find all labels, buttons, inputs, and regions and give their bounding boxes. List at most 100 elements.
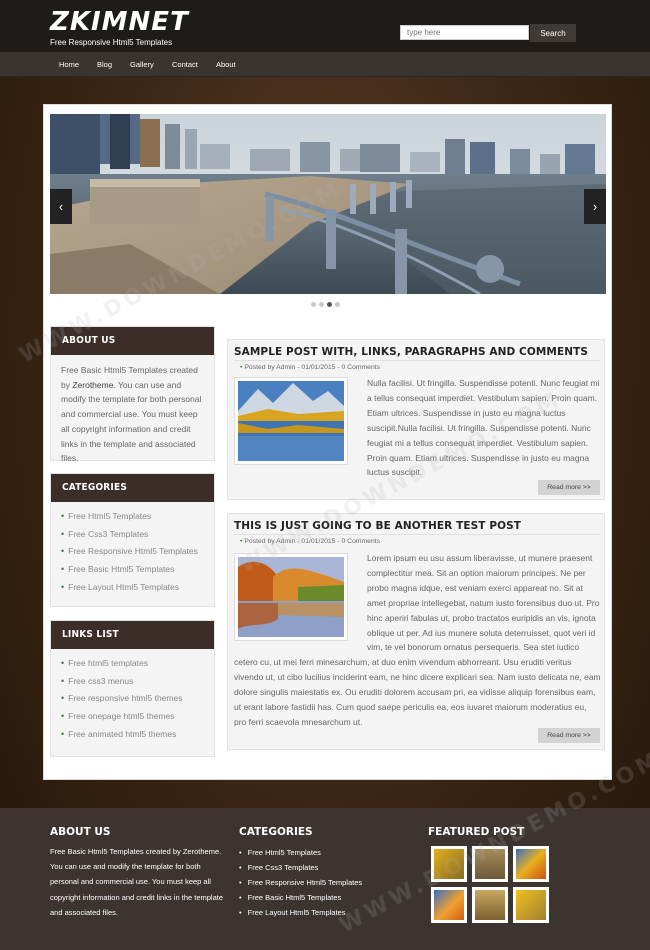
bullet-icon: • xyxy=(61,511,65,521)
link-item[interactable]: Free css3 menus xyxy=(68,676,133,686)
slider-dot[interactable] xyxy=(311,302,316,307)
link-item[interactable]: Free html5 templates xyxy=(68,658,148,668)
link-item[interactable]: Free onepage html5 themes xyxy=(68,711,174,721)
read-more-button[interactable]: Read more >> xyxy=(538,480,600,495)
list-item[interactable]: • Free Layout Html5 Templates xyxy=(61,579,214,597)
nav-item-home[interactable]: Home xyxy=(59,52,79,77)
footer-category-link[interactable]: Free Layout Html5 Templates xyxy=(248,908,346,917)
zerotheme-link[interactable]: Zerotheme xyxy=(72,380,113,390)
nav-item-gallery[interactable]: Gallery xyxy=(130,52,154,77)
post-excerpt-continued: cetero cu, ut mei ferri minesarchum, at … xyxy=(234,657,601,727)
list-item[interactable]: • Free html5 templates xyxy=(61,655,214,673)
bullet-icon: • xyxy=(240,364,243,371)
footer-zerotheme-link[interactable]: Zerotheme xyxy=(183,847,219,856)
site-logo[interactable]: ZKIMNET xyxy=(50,8,189,36)
footer-about-text-before: Free Basic Html5 Templates created by xyxy=(50,847,183,856)
bullet-icon: • xyxy=(61,546,65,557)
list-item[interactable]: • Free css3 menus xyxy=(61,673,214,691)
nav-item-blog[interactable]: Blog xyxy=(97,52,112,77)
post-title[interactable]: THIS IS JUST GOING TO BE ANOTHER TEST PO… xyxy=(234,520,521,532)
featured-thumbnail[interactable] xyxy=(472,887,508,923)
bullet-icon: • xyxy=(61,711,65,722)
bullet-icon: • xyxy=(61,564,65,575)
sidebar-about-text-after: . You can use and modify the template fo… xyxy=(61,379,202,464)
bullet-icon: • xyxy=(61,658,65,668)
list-item[interactable]: • Free onepage html5 themes xyxy=(61,708,214,726)
footer-categories-list: • Free Html5 Templates • Free Css3 Templat… xyxy=(239,845,362,920)
footer-category-link[interactable]: Free Basic Html5 Templates xyxy=(248,893,342,902)
list-item[interactable]: • Free Css3 Templates xyxy=(239,860,362,875)
footer-about-text: Free Basic Html5 Templates created by Ze… xyxy=(50,844,230,920)
bullet-icon: • xyxy=(240,538,243,545)
bullet-icon: • xyxy=(239,863,242,872)
blog-post: SAMPLE POST WITH, LINKS, PARAGRAPHS AND … xyxy=(227,339,605,500)
site-tagline: Free Responsive Html5 Templates xyxy=(50,38,173,47)
footer-featured-title: FEATURED POST xyxy=(428,826,525,838)
post-excerpt: Lorem ipsum eu usu assum liberavisse, ut… xyxy=(367,553,600,653)
footer-category-link[interactable]: Free Html5 Templates xyxy=(248,848,321,857)
slider-dot-active[interactable] xyxy=(327,302,332,307)
nav-item-contact[interactable]: Contact xyxy=(172,52,198,77)
category-link[interactable]: Free Responsive Html5 Templates xyxy=(68,546,198,556)
search-button[interactable]: Search xyxy=(530,24,576,42)
post-thumbnail-image xyxy=(238,557,344,637)
sidebar-links-title: LINKS LIST xyxy=(51,621,214,649)
sidebar-links-widget: LINKS LIST • Free html5 templates • Free c… xyxy=(50,620,215,757)
featured-thumbnail[interactable] xyxy=(431,846,467,882)
list-item[interactable]: • Free Layout Html5 Templates xyxy=(239,905,362,920)
featured-thumbnail[interactable] xyxy=(513,887,549,923)
list-item[interactable]: • Free Html5 Templates xyxy=(239,845,362,860)
list-item[interactable]: • Free Responsive Html5 Templates xyxy=(61,543,214,561)
slider-dot[interactable] xyxy=(335,302,340,307)
footer-category-link[interactable]: Free Responsive Html5 Templates xyxy=(248,878,363,887)
read-more-button[interactable]: Read more >> xyxy=(538,728,600,743)
sidebar-categories-list: • Free Html5 Templates • Free Css3 Templat… xyxy=(51,502,214,597)
list-item[interactable]: • Free responsive html5 themes xyxy=(61,690,214,708)
slider-next-button[interactable]: › xyxy=(584,189,606,224)
slider-image xyxy=(50,114,606,294)
bullet-icon: • xyxy=(61,728,65,739)
featured-thumbnail[interactable] xyxy=(431,887,467,923)
post-title[interactable]: SAMPLE POST WITH, LINKS, PARAGRAPHS AND … xyxy=(234,346,588,358)
post-thumbnail[interactable] xyxy=(234,553,348,641)
list-item[interactable]: • Free animated html5 themes xyxy=(61,726,214,744)
featured-thumbnail[interactable] xyxy=(513,846,549,882)
bullet-icon: • xyxy=(61,581,65,592)
footer-about-text-after: . You can use and modify the template fo… xyxy=(50,847,224,917)
list-item[interactable]: • Free Html5 Templates xyxy=(61,508,214,526)
link-item[interactable]: Free animated html5 themes xyxy=(68,729,176,739)
bullet-icon: • xyxy=(239,878,242,887)
bullet-icon: • xyxy=(239,908,242,917)
site-header: ZKIMNET Free Responsive Html5 Templates … xyxy=(0,0,650,52)
sidebar-about-title: ABOUT US xyxy=(51,327,214,355)
post-thumbnail[interactable] xyxy=(234,377,348,465)
slider-dot[interactable] xyxy=(319,302,324,307)
list-item[interactable]: • Free Basic Html5 Templates xyxy=(239,890,362,905)
sidebar-about-widget: ABOUT US Free Basic Html5 Templates crea… xyxy=(50,326,215,463)
bullet-icon: • xyxy=(239,848,242,857)
bullet-icon: • xyxy=(61,528,65,539)
category-link[interactable]: Free Basic Html5 Templates xyxy=(68,564,174,574)
list-item[interactable]: • Free Basic Html5 Templates xyxy=(61,561,214,579)
slider-pagination xyxy=(311,299,343,309)
category-link[interactable]: Free Html5 Templates xyxy=(68,511,151,521)
sidebar-about-text: Free Basic Html5 Templates created by Ze… xyxy=(51,355,214,474)
image-slider xyxy=(50,114,606,294)
category-link[interactable]: Free Css3 Templates xyxy=(68,529,148,539)
sidebar-categories-widget: CATEGORIES • Free Html5 Templates • Free C… xyxy=(50,473,215,607)
footer-category-link[interactable]: Free Css3 Templates xyxy=(248,863,319,872)
featured-thumbnail[interactable] xyxy=(472,846,508,882)
post-meta: • Posted by Admin - 01/01/2015 - 0 Commen… xyxy=(234,534,600,545)
footer-about-title: ABOUT US xyxy=(50,826,111,838)
category-link[interactable]: Free Layout Html5 Templates xyxy=(68,582,179,592)
bullet-icon: • xyxy=(239,893,242,902)
list-item[interactable]: • Free Responsive Html5 Templates xyxy=(239,875,362,890)
search-input[interactable] xyxy=(400,25,529,40)
link-item[interactable]: Free responsive html5 themes xyxy=(68,693,182,703)
list-item[interactable]: • Free Css3 Templates xyxy=(61,526,214,544)
sidebar-links-list: • Free html5 templates • Free css3 menus •… xyxy=(51,649,214,744)
footer-categories-title: CATEGORIES xyxy=(239,826,313,838)
bullet-icon: • xyxy=(61,675,65,686)
nav-item-about[interactable]: About xyxy=(216,52,236,77)
slider-prev-button[interactable]: ‹ xyxy=(50,189,72,224)
